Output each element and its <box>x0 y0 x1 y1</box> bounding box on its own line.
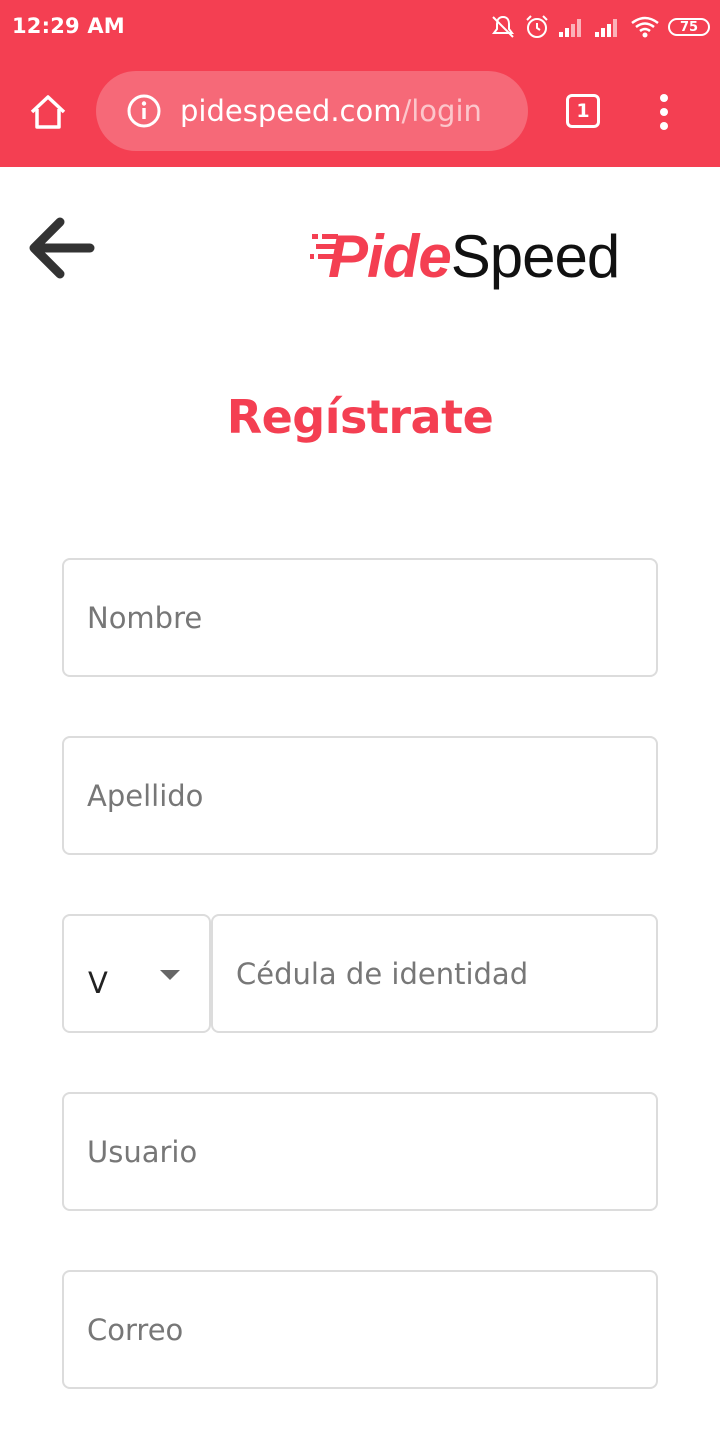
home-icon[interactable] <box>26 90 70 134</box>
arrow-left-icon[interactable] <box>24 210 100 286</box>
caret-down-icon <box>160 970 180 980</box>
logo-pide: Pide <box>328 222 452 290</box>
apellido-input[interactable] <box>62 736 658 855</box>
battery-level: 75 <box>679 19 699 35</box>
url-bar[interactable]: pidespeed.com/login <box>96 71 528 151</box>
browser-chrome: 12:29 AM 75 pidespeed.com/login 1 <box>0 0 720 167</box>
alarm-icon <box>526 15 548 38</box>
battery-icon: 75 <box>668 18 710 36</box>
signal-icon <box>559 19 581 37</box>
url-text[interactable]: pidespeed.com/login <box>180 94 482 128</box>
mute-icon <box>492 15 514 38</box>
tab-count: 1 <box>576 100 590 122</box>
id-type-value: V <box>88 966 108 1000</box>
status-icons: 75 <box>490 12 710 42</box>
nombre-input[interactable] <box>62 558 658 677</box>
logo: Pide Speed <box>310 216 620 296</box>
page-title: Regístrate <box>226 390 494 444</box>
signal-icon <box>595 19 617 37</box>
wifi-icon <box>631 16 659 38</box>
info-icon[interactable] <box>126 93 162 129</box>
logo-speed: Speed <box>450 222 620 290</box>
cedula-input[interactable] <box>211 914 658 1033</box>
id-type-select[interactable]: V <box>62 914 211 1033</box>
url-path: /login <box>401 94 482 128</box>
tabs-icon[interactable]: 1 <box>566 94 600 128</box>
correo-input[interactable] <box>62 1270 658 1389</box>
more-vert-icon[interactable] <box>652 92 676 132</box>
usuario-input[interactable] <box>62 1092 658 1211</box>
url-domain: pidespeed.com <box>180 94 402 128</box>
status-time: 12:29 AM <box>12 14 125 38</box>
